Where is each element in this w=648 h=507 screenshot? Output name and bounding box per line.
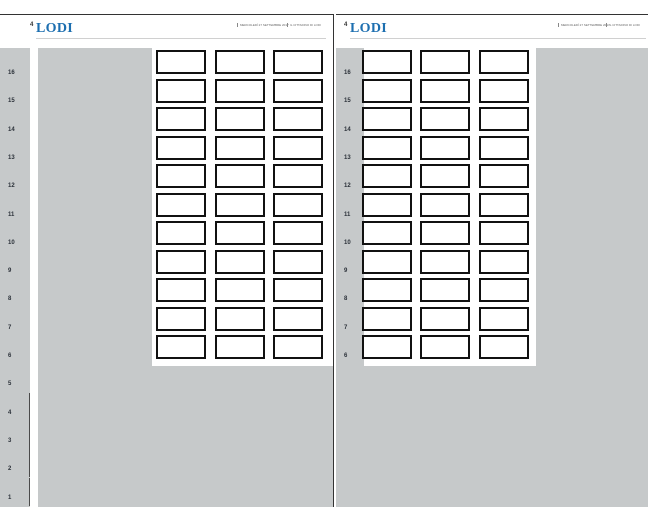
ad-module [215, 335, 265, 359]
ad-module [479, 135, 529, 160]
ad-module [420, 78, 470, 103]
ad-module [156, 107, 206, 131]
dateline: MERCOLEDÌ 27 SETTEMBRE 2017 [558, 23, 610, 27]
ad-module [273, 278, 323, 302]
ad-module [273, 50, 323, 74]
row-label: 1 [0, 477, 30, 506]
ad-module [362, 50, 412, 74]
ad-module [215, 107, 265, 131]
ad-module [273, 335, 323, 359]
ad-module [420, 221, 470, 245]
ad-module [156, 192, 206, 217]
top-rule [0, 14, 333, 15]
ad-module [362, 107, 412, 131]
row-label: 14 [8, 126, 15, 133]
ad-module [156, 306, 206, 331]
ad-module [273, 135, 323, 160]
row-label: 6 [8, 353, 12, 359]
ad-module [215, 135, 265, 160]
ad-module [420, 335, 470, 359]
ad-module [273, 249, 323, 274]
ad-module [479, 107, 529, 131]
ad-module [479, 278, 529, 302]
ad-module [362, 306, 412, 331]
ad-module [156, 335, 206, 359]
page-number: 4 [344, 22, 348, 28]
ad-module [215, 50, 265, 74]
ad-module [420, 135, 470, 160]
ad-module [273, 221, 323, 245]
ad-module [273, 164, 323, 188]
ad-module [156, 278, 206, 302]
row-label: 4 [0, 392, 30, 421]
section-line: IL CITTADINO DI LODI [606, 23, 640, 27]
row-label: 13 [8, 154, 15, 161]
page-number: 4 [30, 22, 34, 28]
ad-module [420, 50, 470, 74]
ad-module [215, 192, 265, 217]
ad-module [420, 249, 470, 274]
ad-module [479, 306, 529, 331]
ad-module [273, 192, 323, 217]
ad-module [273, 78, 323, 103]
ad-module [420, 164, 470, 188]
row-label: 3 [0, 420, 30, 449]
row-label: 12 [8, 183, 15, 190]
gutter-rule [333, 14, 334, 507]
row-label: 7 [8, 324, 12, 331]
ad-module [479, 78, 529, 103]
ad-module [362, 164, 412, 188]
left-page: 4 LODI MERCOLEDÌ 27 SETTEMBRE 2017 IL CI… [0, 0, 333, 507]
masthead: LODI [36, 21, 73, 36]
row-label: 2 [0, 449, 30, 478]
ad-module [479, 50, 529, 74]
ad-module [420, 107, 470, 131]
ad-module [420, 306, 470, 331]
row-label: 16 [8, 70, 15, 76]
ad-module [215, 78, 265, 103]
row-label: 10 [8, 239, 15, 246]
top-rule [336, 14, 648, 15]
ad-module [215, 164, 265, 188]
ad-module [215, 249, 265, 274]
masthead: LODI [350, 21, 387, 36]
ad-module [273, 306, 323, 331]
ad-module [273, 107, 323, 131]
ad-module [420, 192, 470, 217]
ad-module [362, 335, 412, 359]
header-rule [350, 38, 646, 39]
ad-module [215, 221, 265, 245]
ad-module [362, 278, 412, 302]
section-line: IL CITTADINO DI LODI [287, 23, 321, 27]
ad-module [362, 192, 412, 217]
ad-module [156, 221, 206, 245]
row-label: 11 [8, 211, 15, 218]
ad-module [479, 192, 529, 217]
gray-area-bottom [152, 366, 333, 507]
ad-module [479, 335, 529, 359]
ad-module [156, 135, 206, 160]
ad-module [479, 221, 529, 245]
ad-module [156, 78, 206, 103]
ad-module [156, 164, 206, 188]
ad-module [156, 50, 206, 74]
ad-module [479, 164, 529, 188]
ad-module [156, 249, 206, 274]
row-label: 15 [8, 98, 15, 105]
ad-module [420, 278, 470, 302]
dateline: MERCOLEDÌ 27 SETTEMBRE 2017 [237, 23, 289, 27]
right-page: 4 LODI MERCOLEDÌ 27 SETTEMBRE 2017 IL CI… [336, 0, 648, 507]
row-label: 5 [8, 381, 12, 388]
row-label: 9 [8, 268, 12, 275]
ad-module [362, 221, 412, 245]
header-rule [36, 38, 326, 39]
ad-module [362, 249, 412, 274]
row-label: 8 [8, 296, 12, 303]
ad-module [362, 135, 412, 160]
gray-area [38, 48, 152, 507]
ad-module [215, 278, 265, 302]
ad-module [362, 78, 412, 103]
ad-module [479, 249, 529, 274]
ad-module [215, 306, 265, 331]
